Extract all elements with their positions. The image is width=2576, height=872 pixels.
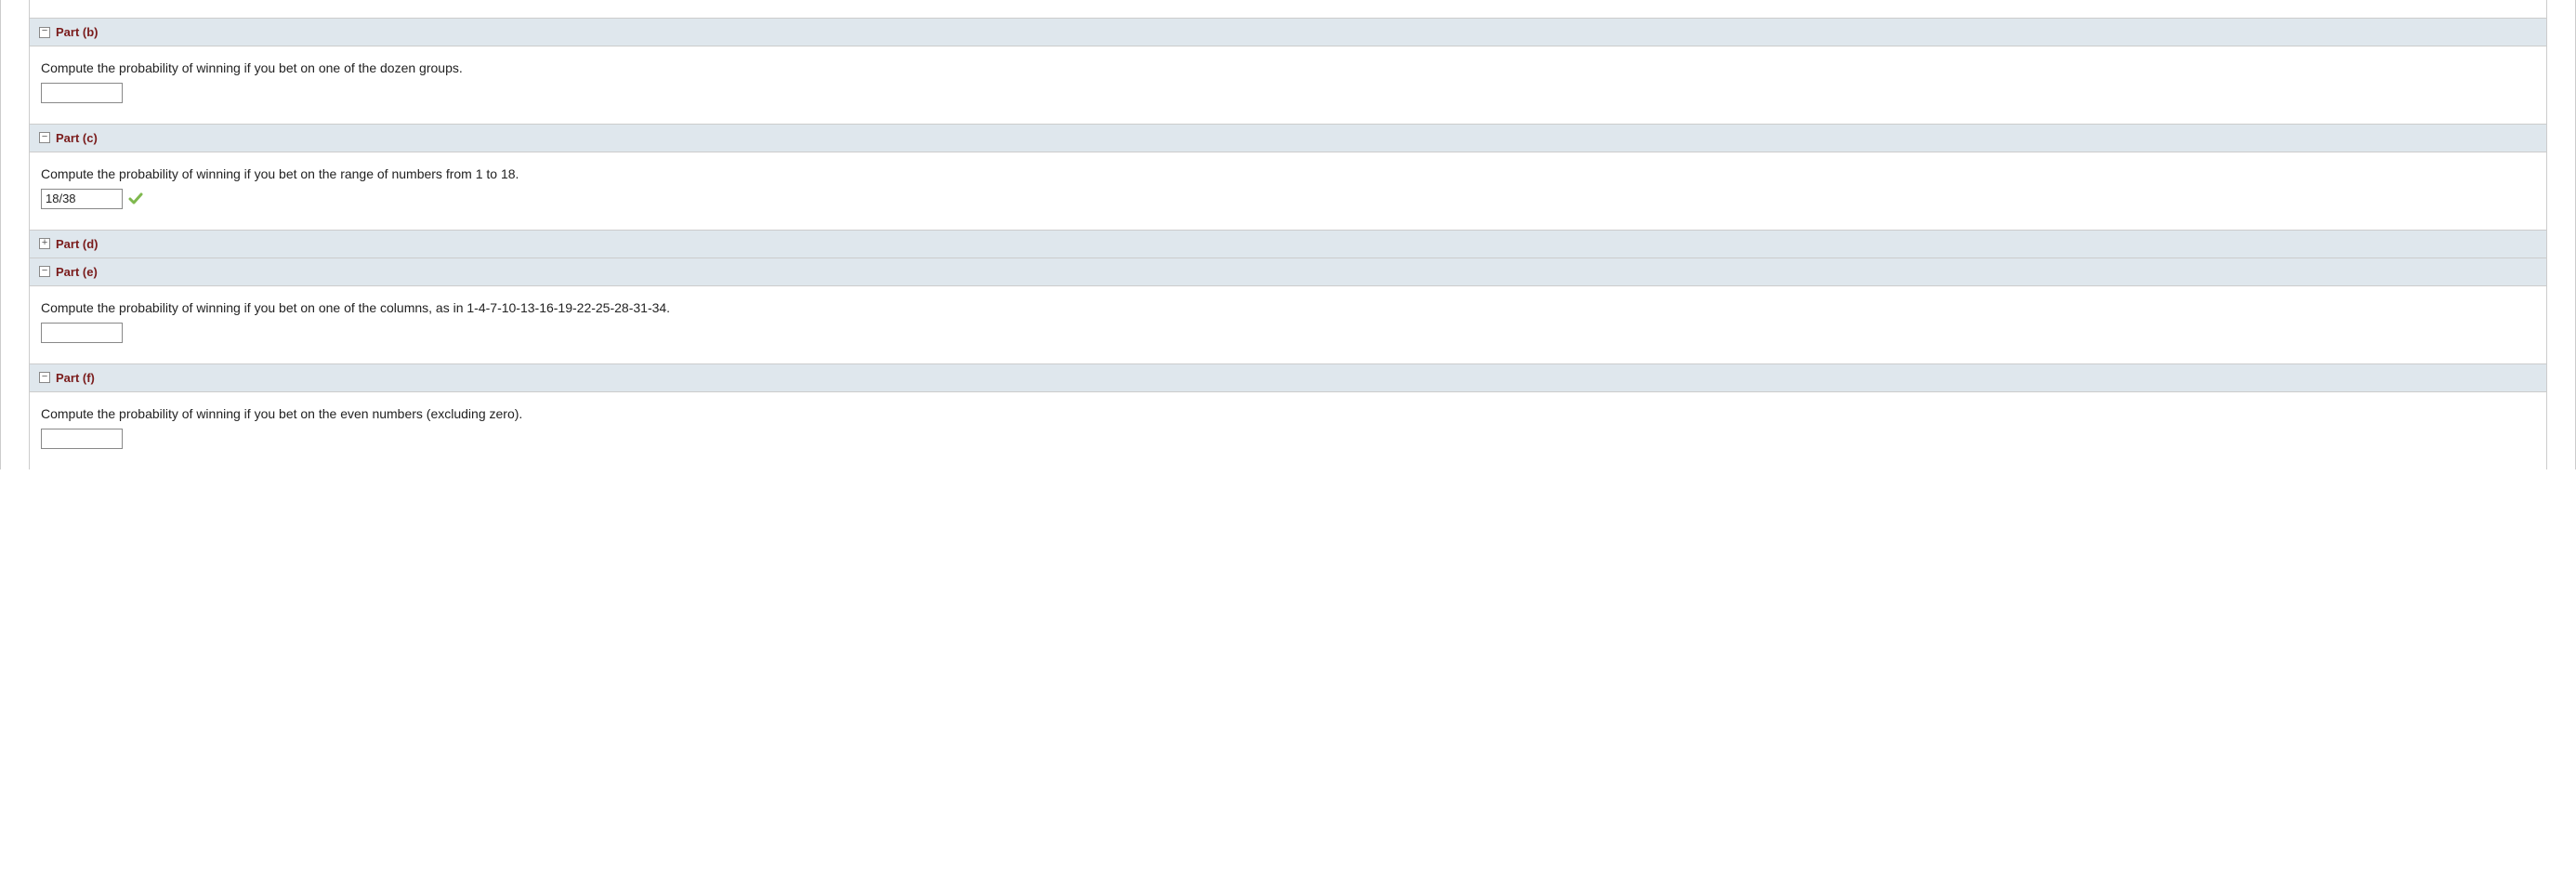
part-b-label: Part (b) bbox=[56, 25, 99, 39]
part-d-header[interactable]: + Part (d) bbox=[30, 230, 2546, 258]
part-c-label: Part (c) bbox=[56, 131, 98, 145]
collapse-icon: − bbox=[39, 372, 50, 383]
collapse-icon: − bbox=[39, 27, 50, 38]
part-d-label: Part (d) bbox=[56, 237, 99, 251]
checkmark-icon bbox=[128, 192, 143, 206]
part-b-input[interactable] bbox=[41, 83, 123, 103]
part-e-header[interactable]: − Part (e) bbox=[30, 258, 2546, 286]
collapse-icon: − bbox=[39, 266, 50, 277]
part-e-label: Part (e) bbox=[56, 265, 98, 279]
part-f-input[interactable] bbox=[41, 429, 123, 449]
part-e-input[interactable] bbox=[41, 323, 123, 343]
part-c-body: Compute the probability of winning if yo… bbox=[30, 152, 2546, 230]
part-b-question: Compute the probability of winning if yo… bbox=[41, 59, 2535, 77]
part-f-header[interactable]: − Part (f) bbox=[30, 363, 2546, 392]
part-e-question: Compute the probability of winning if yo… bbox=[41, 299, 2535, 317]
part-b-header[interactable]: − Part (b) bbox=[30, 18, 2546, 46]
part-e-body: Compute the probability of winning if yo… bbox=[30, 286, 2546, 363]
part-c-header[interactable]: − Part (c) bbox=[30, 124, 2546, 152]
part-c-input[interactable] bbox=[41, 189, 123, 209]
part-c-question: Compute the probability of winning if yo… bbox=[41, 165, 2535, 183]
part-f-label: Part (f) bbox=[56, 371, 95, 385]
part-f-body: Compute the probability of winning if yo… bbox=[30, 392, 2546, 469]
part-f-question: Compute the probability of winning if yo… bbox=[41, 405, 2535, 423]
part-b-body: Compute the probability of winning if yo… bbox=[30, 46, 2546, 124]
collapse-icon: − bbox=[39, 132, 50, 143]
expand-icon: + bbox=[39, 238, 50, 249]
